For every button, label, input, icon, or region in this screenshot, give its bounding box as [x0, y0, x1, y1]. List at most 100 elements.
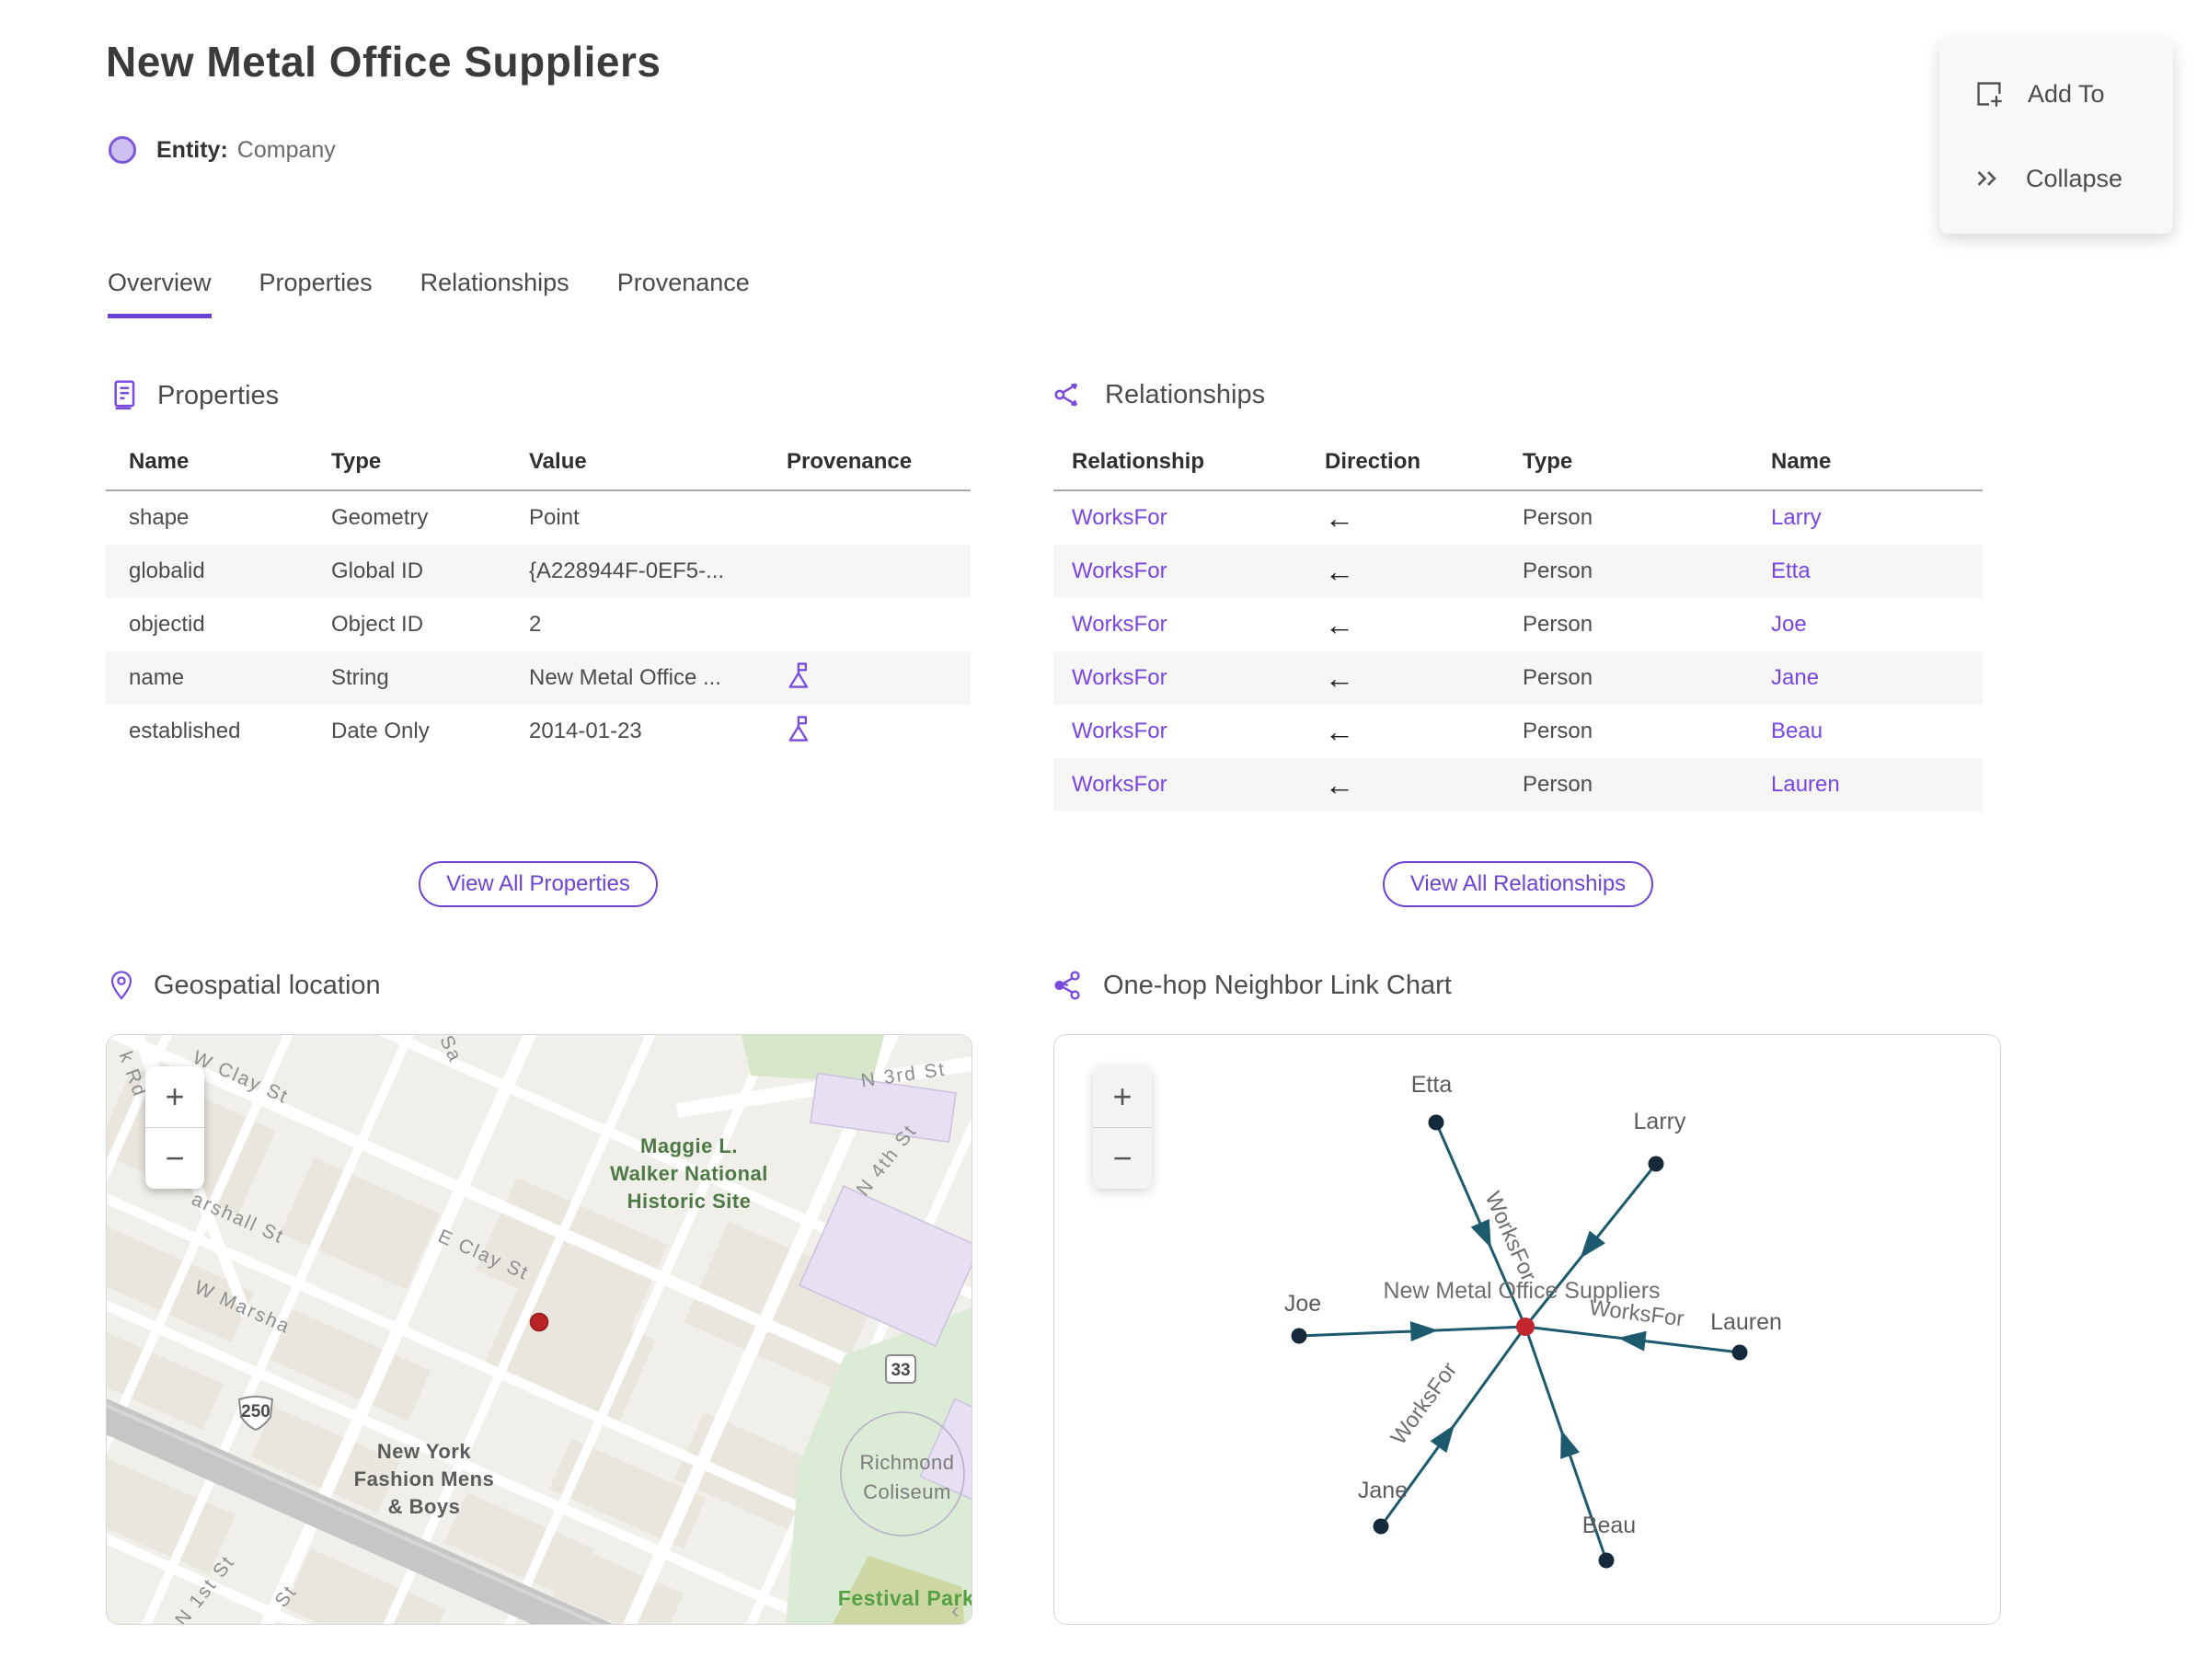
- relationship-row: WorksFor ← Person Jane: [1053, 651, 1983, 705]
- related-entity-link[interactable]: Larry: [1771, 505, 1822, 530]
- property-row-name: name String New Metal Office ...: [106, 651, 971, 705]
- map-zoom-control: + −: [145, 1066, 204, 1189]
- add-to-icon: [1974, 79, 2004, 109]
- property-row-globalid: globalid Global ID {A228944F-0EF5-...: [106, 545, 971, 598]
- property-name: shape: [129, 505, 190, 530]
- property-row-established: established Date Only 2014-01-23: [106, 705, 971, 758]
- property-provenance-cell: [764, 545, 971, 598]
- tab-overview[interactable]: Overview: [108, 269, 212, 318]
- node-label: Larry: [1634, 1109, 1686, 1134]
- column-header-name: Name: [106, 440, 308, 491]
- property-type: Object ID: [331, 612, 424, 637]
- direction-arrow: ←: [1325, 607, 1354, 641]
- linkchart-section-header: One-hop Neighbor Link Chart: [1053, 970, 1452, 1001]
- edge-arrowhead: [1617, 1330, 1647, 1352]
- relationships-table: Relationship Direction Type Name WorksFor ← Pe…: [1053, 440, 1983, 811]
- geospatial-map[interactable]: 250 33 W Clay St arshall St W Marsha E Clay…: [106, 1034, 972, 1625]
- direction-arrow: ←: [1325, 554, 1354, 588]
- node-joe[interactable]: [1291, 1328, 1307, 1344]
- page-title: New Metal Office Suppliers: [106, 38, 661, 86]
- chart-zoom-out-button[interactable]: −: [1093, 1128, 1152, 1189]
- related-entity-type: Person: [1523, 612, 1593, 637]
- property-value: Point: [529, 505, 580, 530]
- direction-arrow: ←: [1325, 714, 1354, 748]
- property-name: established: [129, 719, 241, 743]
- related-entity-link[interactable]: Joe: [1771, 612, 1807, 637]
- property-value: 2014-01-23: [529, 719, 642, 743]
- property-provenance-cell: [764, 598, 971, 651]
- relationship-type-link[interactable]: WorksFor: [1072, 558, 1167, 583]
- entity-type-value: Company: [236, 136, 336, 163]
- center-node[interactable]: [1516, 1318, 1535, 1336]
- node-label: Lauren: [1710, 1309, 1782, 1335]
- property-name: objectid: [129, 612, 205, 637]
- entity-color-dot: [109, 136, 136, 164]
- map-pin-icon: [108, 970, 135, 1001]
- properties-section-header: Properties: [108, 379, 279, 412]
- view-all-relationships-button[interactable]: View All Relationships: [1382, 861, 1654, 907]
- property-type: Global ID: [331, 558, 424, 583]
- chart-zoom-in-button[interactable]: +: [1093, 1066, 1152, 1128]
- map-zoom-out-button[interactable]: −: [145, 1128, 204, 1189]
- properties-table: Name Type Value Provenance shape Geometry Poin…: [106, 440, 971, 758]
- relationships-icon: [1053, 379, 1087, 410]
- relationship-type-link[interactable]: WorksFor: [1072, 665, 1167, 690]
- property-provenance-cell: [764, 490, 971, 545]
- property-name: globalid: [129, 558, 205, 583]
- add-to-label: Add To: [2028, 79, 2105, 108]
- entity-type-row: Entity: Company: [109, 136, 336, 164]
- related-entity-type: Person: [1523, 558, 1593, 583]
- related-entity-type: Person: [1523, 665, 1593, 690]
- related-entity-link[interactable]: Lauren: [1771, 772, 1840, 797]
- relationship-type-link[interactable]: WorksFor: [1072, 612, 1167, 637]
- geospatial-section-title: Geospatial location: [154, 970, 381, 1000]
- basemap-canvas: 250 33 W Clay Starshall StW MarshaE Clay…: [107, 1035, 972, 1624]
- node-beau[interactable]: [1598, 1552, 1615, 1569]
- properties-icon: [108, 379, 139, 412]
- direction-arrow: ←: [1325, 501, 1354, 535]
- column-header-name: Name: [1753, 440, 1983, 491]
- related-entity-type: Person: [1523, 719, 1593, 743]
- edge-arrowhead: [1560, 1429, 1580, 1459]
- related-entity-type: Person: [1523, 505, 1593, 530]
- property-provenance-cell[interactable]: [764, 651, 971, 705]
- provenance-flag-icon[interactable]: [787, 714, 812, 750]
- collapse-button[interactable]: Collapse: [1939, 165, 2173, 193]
- property-value: 2: [529, 612, 542, 637]
- one-hop-link-chart[interactable]: WorksFor WorksFor WorksFor Etta Larry Joe Laur…: [1053, 1034, 2001, 1625]
- floating-action-panel: Add To Collapse: [1939, 39, 2173, 234]
- node-etta[interactable]: [1428, 1114, 1444, 1131]
- related-entity-link[interactable]: Beau: [1771, 719, 1823, 743]
- node-jane[interactable]: [1373, 1518, 1389, 1535]
- map-marker[interactable]: [529, 1312, 549, 1332]
- provenance-flag-icon[interactable]: [787, 661, 812, 696]
- tab-provenance[interactable]: Provenance: [617, 269, 750, 318]
- view-all-properties-button[interactable]: View All Properties: [419, 861, 658, 907]
- node-lauren[interactable]: [1731, 1344, 1748, 1361]
- relationships-section-title: Relationships: [1105, 379, 1266, 409]
- column-header-provenance: Provenance: [764, 440, 971, 491]
- link-chart-canvas: WorksForWorksForWorksFor Etta Larry Joe Laur…: [1284, 1072, 1782, 1569]
- svg-text:250: 250: [241, 1402, 270, 1421]
- direction-arrow: ←: [1325, 767, 1354, 801]
- relationship-row: WorksFor ← Person Lauren: [1053, 758, 1983, 811]
- tab-relationships[interactable]: Relationships: [420, 269, 569, 318]
- property-type: Date Only: [331, 719, 430, 743]
- tab-properties[interactable]: Properties: [259, 269, 373, 318]
- property-provenance-cell[interactable]: [764, 705, 971, 758]
- property-type: Geometry: [331, 505, 429, 530]
- geospatial-section-header: Geospatial location: [108, 970, 381, 1001]
- edge-arrowhead: [1430, 1424, 1455, 1454]
- related-entity-link[interactable]: Jane: [1771, 665, 1819, 690]
- property-name: name: [129, 665, 185, 690]
- related-entity-link[interactable]: Etta: [1771, 558, 1811, 583]
- node-larry[interactable]: [1648, 1156, 1664, 1172]
- map-zoom-in-button[interactable]: +: [145, 1066, 204, 1128]
- relationship-type-link[interactable]: WorksFor: [1072, 505, 1167, 530]
- relationship-type-link[interactable]: WorksFor: [1072, 772, 1167, 797]
- add-to-button[interactable]: Add To: [1939, 79, 2173, 109]
- relationship-type-link[interactable]: WorksFor: [1072, 719, 1167, 743]
- related-entity-type: Person: [1523, 772, 1593, 797]
- column-header-value: Value: [506, 440, 764, 491]
- svg-text:33: 33: [891, 1361, 910, 1380]
